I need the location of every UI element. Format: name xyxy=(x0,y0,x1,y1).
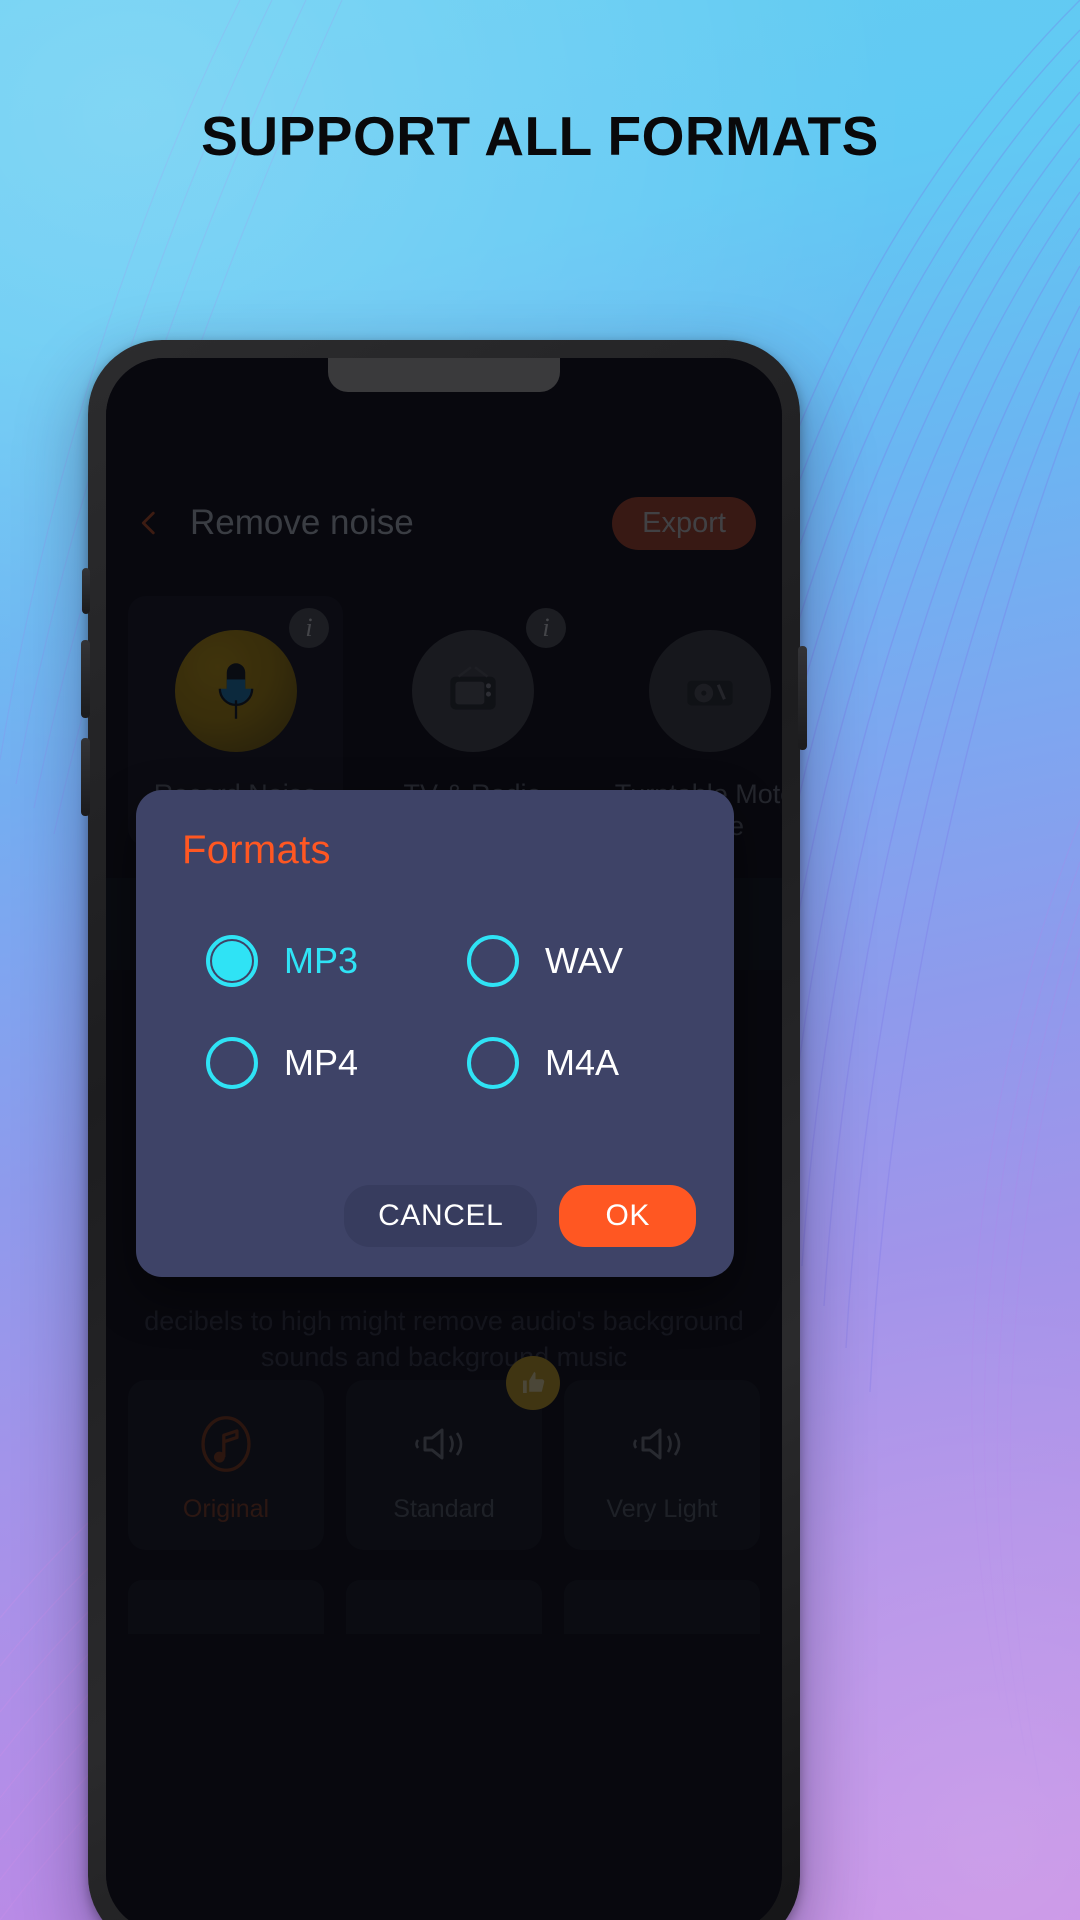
formats-dialog: Formats MP3 WAV MP4 M4A CANCEL OK xyxy=(136,790,734,1277)
radio-button-selected-icon[interactable] xyxy=(206,935,258,987)
radio-button-icon[interactable] xyxy=(467,935,519,987)
format-option-wav[interactable]: WAV xyxy=(435,935,696,987)
ok-button[interactable]: OK xyxy=(559,1185,696,1247)
dialog-actions: CANCEL OK xyxy=(174,1185,696,1247)
cancel-button[interactable]: CANCEL xyxy=(344,1185,538,1247)
format-option-grid: MP3 WAV MP4 M4A xyxy=(174,935,696,1089)
format-option-label: MP4 xyxy=(284,1042,359,1083)
phone-volume-down-button xyxy=(81,738,90,816)
format-option-mp3[interactable]: MP3 xyxy=(174,935,435,987)
phone-mockup: Remove noise Export i i Mot decibels to … xyxy=(81,340,807,1920)
dialog-title: Formats xyxy=(182,828,331,872)
format-option-label: MP3 xyxy=(284,940,359,981)
format-option-label: M4A xyxy=(545,1042,620,1083)
radio-button-icon[interactable] xyxy=(467,1037,519,1089)
format-option-mp4[interactable]: MP4 xyxy=(174,1037,435,1089)
format-option-label: WAV xyxy=(545,940,623,981)
radio-button-icon[interactable] xyxy=(206,1037,258,1089)
phone-notch xyxy=(328,358,560,392)
phone-power-button xyxy=(798,646,807,750)
phone-screen: Remove noise Export i i Mot decibels to … xyxy=(106,358,782,1920)
promo-screenshot: SUPPORT ALL FORMATS Remove noise Export xyxy=(0,0,1080,1920)
phone-volume-up-button xyxy=(81,640,90,718)
format-option-m4a[interactable]: M4A xyxy=(435,1037,696,1089)
phone-mute-switch xyxy=(82,568,90,614)
page-title: SUPPORT ALL FORMATS xyxy=(201,105,879,167)
